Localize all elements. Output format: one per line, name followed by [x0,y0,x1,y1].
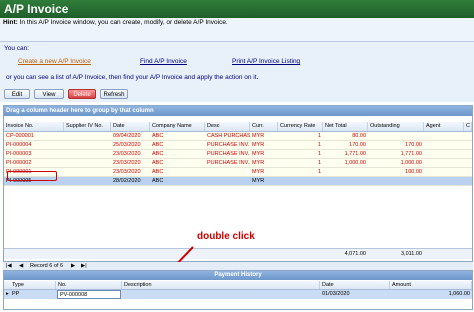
ph-col-no[interactable]: No. [56,281,122,289]
record-count: Record 6 of 6 [30,263,64,269]
payment-history-title: Payment History [4,271,472,280]
ph-amount: 1,060.00 [448,291,470,297]
nav-last-icon[interactable]: ▶| [81,262,87,270]
payment-history-row[interactable]: ▸ PP PV-000008 01/03/2020 1,060.00 [4,290,472,299]
ph-col-type[interactable]: Type [10,281,56,289]
ph-type: PP [12,291,20,297]
ph-col-amount[interactable]: Amount [390,281,472,289]
payment-history-header: Type No. Description Date Amount [4,281,472,290]
ph-col-date[interactable]: Date [320,281,390,289]
payment-history-panel: Payment History Type No. Description Dat… [3,270,473,310]
nav-first-icon[interactable]: |◀ [6,262,12,270]
ph-col-description[interactable]: Description [122,281,320,289]
record-navigator: |◀ ◀ Record 6 of 6 ▶ ▶| [3,262,473,270]
ph-no[interactable]: PV-000008 [57,290,121,299]
ph-date: 01/03/2020 [322,291,350,297]
nav-prev-icon[interactable]: ◀ [19,262,23,270]
nav-next-icon[interactable]: ▶ [71,262,75,270]
ph-description [122,290,320,299]
